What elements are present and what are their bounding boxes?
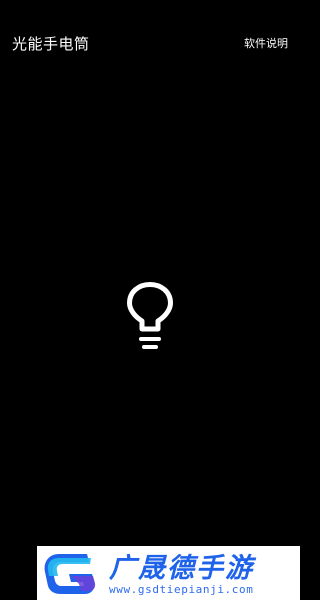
watermark-banner: 广晟德手游 www.gsdtiepianji.com — [37, 546, 300, 600]
watermark-url: www.gsdtiepianji.com — [109, 583, 254, 596]
flashlight-toggle-button[interactable] — [120, 282, 180, 354]
software-instructions-link[interactable]: 软件说明 — [244, 36, 288, 52]
lightbulb-icon — [127, 282, 173, 349]
header-bar: 光能手电筒 软件说明 — [0, 0, 300, 90]
app-title: 光能手电筒 — [12, 35, 90, 53]
watermark-brand-name: 广晟德手游 — [109, 553, 254, 584]
brand-logo-icon — [41, 550, 101, 596]
flashlight-app-screen: 光能手电筒 软件说明 广晟德手游 www.gsdtiepianji.com — [0, 0, 300, 600]
